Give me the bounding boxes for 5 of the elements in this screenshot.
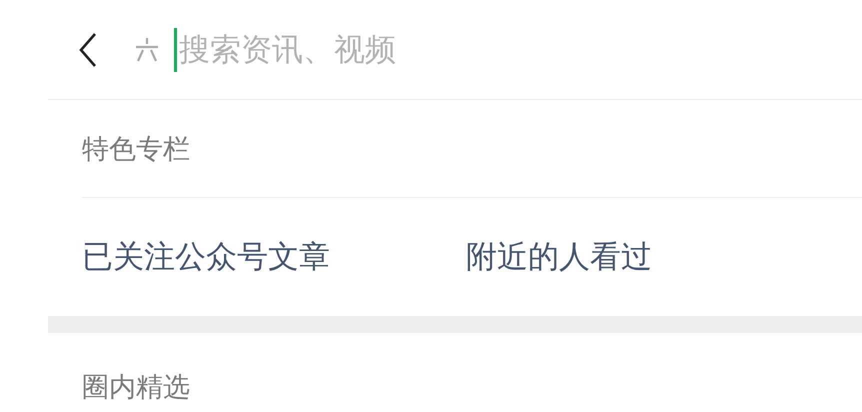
- section-title: 圈内精选: [82, 371, 191, 405]
- section-title: 特色专栏: [82, 100, 862, 198]
- category-link[interactable]: 已关注公众号文章: [82, 236, 330, 278]
- search-field[interactable]: 搜索资讯、视频: [179, 32, 579, 68]
- category-link[interactable]: 附近的人看过: [466, 236, 652, 278]
